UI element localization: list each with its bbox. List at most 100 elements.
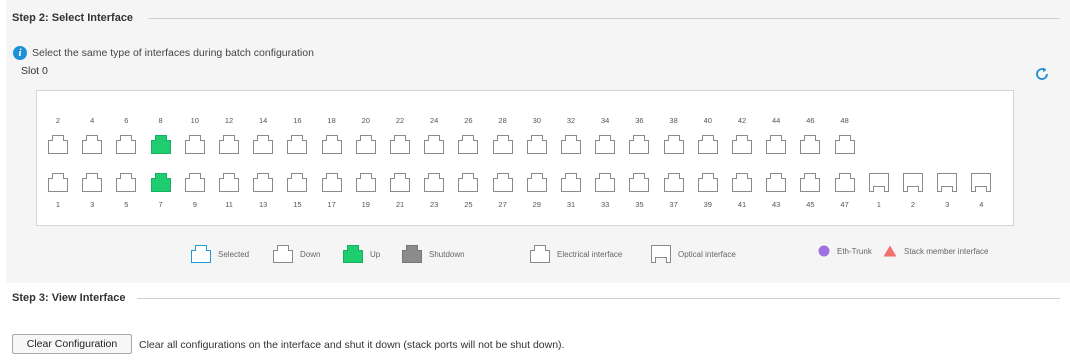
top-port-36[interactable] <box>629 135 650 154</box>
bottom-port-25[interactable] <box>458 173 479 192</box>
port-number-bottom: 13 <box>259 200 268 209</box>
port-number-bottom: 33 <box>601 200 610 209</box>
bottom-port-39[interactable] <box>697 173 718 192</box>
top-port-38[interactable] <box>663 135 684 154</box>
port-number-optical: 4 <box>979 200 984 209</box>
bottom-port-29[interactable] <box>526 173 547 192</box>
top-port-24[interactable] <box>424 135 445 154</box>
legend-stack-member: Stack member interface <box>883 245 988 257</box>
top-port-48[interactable] <box>834 135 855 154</box>
refresh-icon[interactable] <box>1034 66 1050 82</box>
port-number-bottom: 31 <box>566 200 576 209</box>
port-number-top: 22 <box>395 116 405 125</box>
port-number-bottom: 35 <box>635 200 644 209</box>
port-number-top: 14 <box>259 116 268 125</box>
step3-divider <box>137 298 1060 299</box>
port-number-bottom: 47 <box>840 200 849 209</box>
port-number-bottom: 3 <box>90 200 95 209</box>
port-number-bottom: 5 <box>124 200 129 209</box>
port-number-bottom: 19 <box>361 200 370 209</box>
port-number-top: 40 <box>703 116 712 125</box>
top-port-16[interactable] <box>287 135 308 154</box>
bottom-port-23[interactable] <box>424 173 445 192</box>
top-port-32[interactable] <box>561 135 581 154</box>
top-port-4[interactable] <box>82 135 103 154</box>
port-number-bottom: 21 <box>395 200 405 209</box>
port-number-bottom: 39 <box>703 200 712 209</box>
bottom-port-17[interactable] <box>321 173 342 192</box>
down-port-icon <box>273 245 293 263</box>
bottom-port-5[interactable] <box>116 173 137 192</box>
legend-optical-label: Optical interface <box>678 249 736 259</box>
bottom-port-43[interactable] <box>766 173 787 192</box>
bottom-port-15[interactable] <box>287 173 308 192</box>
port-number-top: 26 <box>464 116 473 125</box>
selected-port-icon <box>191 245 211 263</box>
bottom-port-13[interactable] <box>253 173 274 192</box>
bottom-port-35[interactable] <box>629 173 650 192</box>
bottom-port-11[interactable] <box>219 173 239 192</box>
optical-port-4[interactable] <box>971 173 992 192</box>
bottom-port-3[interactable] <box>82 173 103 192</box>
port-number-bottom: 41 <box>737 200 747 209</box>
top-port-46[interactable] <box>800 135 821 154</box>
port-number-top: 16 <box>293 116 302 125</box>
top-port-12[interactable] <box>219 135 239 154</box>
port-number-top: 18 <box>327 116 336 125</box>
bottom-port-19[interactable] <box>355 173 376 192</box>
port-number-optical: 1 <box>876 200 881 209</box>
legend-electrical-label: Electrical interface <box>557 249 623 259</box>
top-port-28[interactable] <box>492 135 513 154</box>
top-port-6[interactable] <box>116 135 137 154</box>
clear-configuration-button[interactable]: Clear Configuration <box>12 334 132 354</box>
port-number-top: 36 <box>635 116 644 125</box>
port-number-top: 12 <box>224 116 234 125</box>
port-number-top: 38 <box>669 116 678 125</box>
top-port-42[interactable] <box>732 135 752 154</box>
top-port-14[interactable] <box>253 135 274 154</box>
bottom-port-27[interactable] <box>492 173 513 192</box>
top-port-10[interactable] <box>184 135 205 154</box>
info-note: i Select the same type of interfaces dur… <box>13 46 314 60</box>
port-number-bottom: 29 <box>532 200 541 209</box>
legend-stack-member-label: Stack member interface <box>904 246 989 256</box>
legend-electrical: Electrical interface <box>530 245 622 263</box>
top-port-8[interactable] <box>150 135 171 154</box>
optical-port-2[interactable] <box>903 173 923 192</box>
port-number-bottom: 43 <box>772 200 781 209</box>
top-port-30[interactable] <box>526 135 547 154</box>
clear-description: Clear all configurations on the interfac… <box>139 339 565 351</box>
optical-port-1[interactable] <box>868 173 889 192</box>
top-port-20[interactable] <box>355 135 376 154</box>
port-number-top: 42 <box>737 116 747 125</box>
port-number-top: 2 <box>55 116 61 125</box>
port-number-bottom: 9 <box>192 200 197 209</box>
top-port-40[interactable] <box>697 135 718 154</box>
port-number-top: 48 <box>840 116 849 125</box>
top-port-26[interactable] <box>458 135 479 154</box>
top-port-44[interactable] <box>766 135 787 154</box>
top-port-18[interactable] <box>321 135 342 154</box>
legend-eth-trunk: Eth-Trunk <box>818 245 872 257</box>
port-number-top: 10 <box>190 116 199 125</box>
bottom-port-7[interactable] <box>150 173 171 192</box>
bottom-port-1[interactable] <box>48 173 68 192</box>
legend-shutdown: Shutdown <box>402 245 465 263</box>
bottom-port-45[interactable] <box>800 173 821 192</box>
bottom-port-47[interactable] <box>834 173 855 192</box>
top-port-2[interactable] <box>48 135 68 154</box>
legend-selected-label: Selected <box>218 249 250 259</box>
bottom-port-33[interactable] <box>595 173 616 192</box>
optical-port-3[interactable] <box>937 173 958 192</box>
bottom-port-31[interactable] <box>561 173 581 192</box>
top-port-34[interactable] <box>595 135 616 154</box>
electrical-port-icon <box>530 245 550 263</box>
bottom-port-21[interactable] <box>390 173 410 192</box>
bottom-port-9[interactable] <box>184 173 205 192</box>
step2-divider <box>148 18 1060 19</box>
legend-eth-trunk-label: Eth-Trunk <box>837 246 872 256</box>
switch-panel: 2 4 6 8 10 12 14 16 18 20 22 24 26 28 30 32 34 36 38 40 42 44… <box>36 90 1014 226</box>
top-port-22[interactable] <box>390 135 410 154</box>
bottom-port-37[interactable] <box>663 173 684 192</box>
bottom-port-41[interactable] <box>732 173 752 192</box>
